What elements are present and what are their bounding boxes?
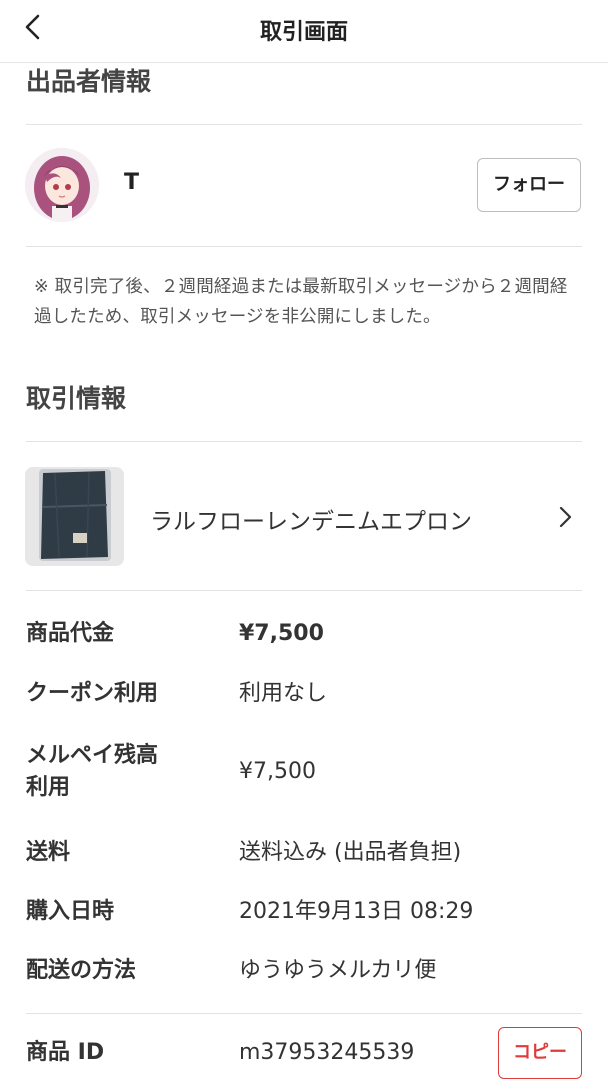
avatar-illustration	[25, 148, 99, 222]
row-value-shipping-method: ゆうゆうメルカリ便	[239, 958, 437, 983]
row-label-shipping-method: 配送の方法	[26, 958, 137, 983]
row-value-item-price: ¥7,500	[239, 621, 324, 646]
divider	[26, 1013, 582, 1014]
seller-name[interactable]: T	[124, 170, 139, 195]
row-label-purchase-date: 購入日時	[26, 899, 115, 924]
row-value-purchase-date: 2021年9月13日 08:29	[239, 899, 474, 924]
divider	[26, 246, 582, 247]
row-label-item-id: 商品 ID	[26, 1040, 105, 1065]
product-image	[25, 467, 124, 566]
chevron-right-icon[interactable]	[558, 506, 572, 528]
follow-button[interactable]: フォロー	[477, 158, 581, 212]
trade-section-title: 取引情報	[26, 384, 127, 413]
divider	[26, 441, 582, 442]
row-value-shipping-fee: 送料込み (出品者負担)	[239, 840, 462, 865]
row-value-coupon: 利用なし	[239, 681, 328, 706]
row-label-merpay-balance: メルペイ残高 利用	[26, 743, 159, 800]
copy-button[interactable]: コピー	[498, 1027, 582, 1079]
row-value-item-id: m37953245539	[239, 1040, 415, 1065]
product-thumbnail[interactable]	[25, 467, 124, 566]
row-label-shipping-fee: 送料	[26, 840, 71, 865]
avatar[interactable]	[25, 148, 99, 222]
row-label-coupon: クーポン利用	[26, 681, 159, 706]
message-hidden-notice: ※ 取引完了後、２週間経過または最新取引メッセージから２週間経過したため、取引メ…	[34, 277, 568, 327]
product-name-link[interactable]: ラルフローレンデニムエプロン	[150, 502, 472, 536]
page-title: 取引画面	[259, 20, 348, 45]
nav-bar: 取引画面	[0, 0, 608, 63]
row-label-item-price: 商品代金	[26, 621, 115, 646]
divider	[26, 590, 582, 591]
divider	[26, 124, 582, 125]
row-value-merpay-balance: ¥7,500	[239, 759, 316, 784]
seller-section-title: 出品者情報	[26, 67, 152, 96]
